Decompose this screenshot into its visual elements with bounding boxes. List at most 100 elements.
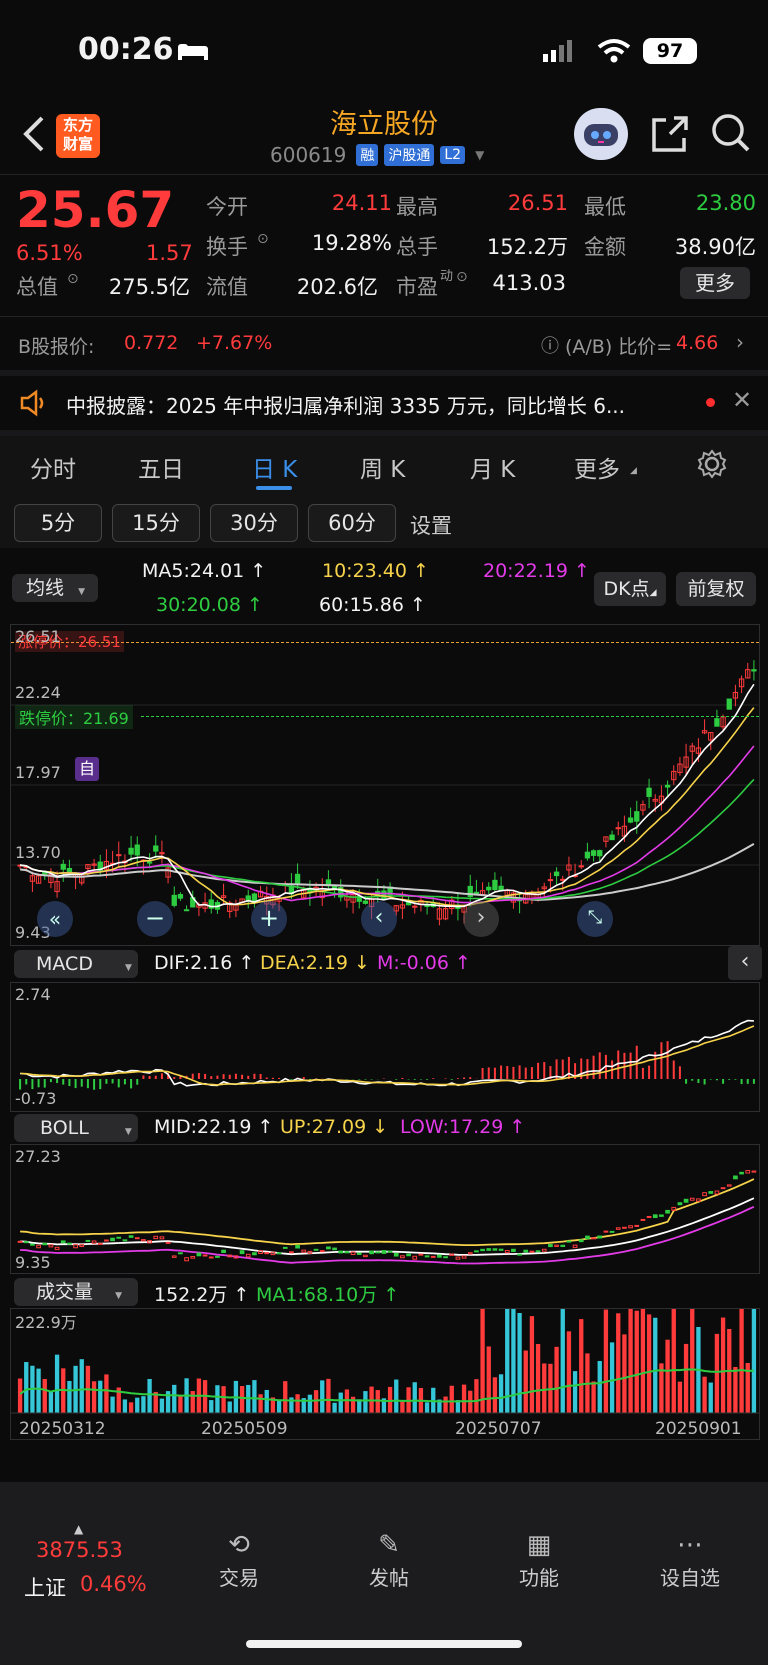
boll-candle	[486, 1248, 492, 1251]
vol-header: 成交量 ▼ 152.2万 ↑ MA1:68.10万 ↑	[0, 1274, 768, 1308]
tab-weekly-k[interactable]: 周 K	[360, 450, 405, 484]
period-5min[interactable]: 5分	[14, 504, 102, 542]
volume-bar	[665, 1339, 670, 1413]
boll-candle	[659, 1214, 664, 1217]
post-nav[interactable]: ✎ 发帖	[354, 1530, 424, 1591]
share-icon[interactable]	[650, 114, 690, 158]
stock-code-row[interactable]: 600619 融 沪股通 L2 ▼	[270, 142, 484, 168]
volume-bar	[295, 1394, 300, 1413]
candle-body	[547, 879, 554, 882]
ma-selector[interactable]: 均线 ▼	[12, 574, 98, 602]
period-30min[interactable]: 30分	[210, 504, 298, 542]
boll-candle	[480, 1248, 485, 1252]
zoom-in-icon[interactable]: +	[251, 901, 287, 937]
boll-candle	[375, 1251, 381, 1254]
watchlist-nav[interactable]: ⋯ 设自选	[650, 1530, 730, 1591]
boll-candle	[517, 1253, 522, 1256]
volume-bar	[616, 1313, 621, 1413]
volume-bar	[486, 1346, 491, 1413]
volume-bar	[523, 1350, 528, 1413]
boll-candle	[289, 1251, 294, 1254]
volume-bar	[227, 1401, 232, 1413]
tab-intraday[interactable]: 分时	[30, 450, 76, 484]
boll-candle	[42, 1242, 48, 1246]
info-icon[interactable]: ⊙	[67, 271, 79, 287]
period-60min[interactable]: 60分	[308, 504, 396, 542]
boll-selector[interactable]: BOLL ▼	[14, 1114, 138, 1142]
period-settings[interactable]: 设置	[410, 510, 452, 540]
period-15min[interactable]: 15分	[112, 504, 200, 542]
dk-point-button[interactable]: DK点◢	[594, 572, 666, 606]
macd-dea-text: DEA:2.19	[260, 952, 349, 974]
function-nav[interactable]: ▦ 功能	[504, 1530, 574, 1591]
volume-bar	[739, 1301, 744, 1413]
candle-body	[153, 845, 159, 852]
kline-chart[interactable]: 涨停价：26.51 跌停价：21.69 26.51 22.24 17.97 13…	[10, 624, 760, 946]
expand-icon[interactable]: ⤡	[577, 901, 613, 937]
vol-selector[interactable]: 成交量 ▼	[14, 1278, 138, 1306]
candle-body	[177, 894, 184, 899]
volume-bar	[461, 1384, 467, 1413]
tab-monthly-k[interactable]: 月 K	[470, 450, 515, 484]
volume-bar	[79, 1359, 84, 1413]
open-value: 24.11	[331, 191, 392, 215]
battery-level: 97	[656, 40, 684, 62]
tab-five-day[interactable]: 五日	[138, 450, 184, 484]
tab-more[interactable]: 更多	[574, 450, 620, 484]
boll-candle	[504, 1249, 510, 1254]
boll-candle	[153, 1235, 159, 1240]
speaker-icon	[18, 388, 48, 422]
tab-daily-k[interactable]: 日 K	[252, 450, 297, 484]
help-icon[interactable]: ⓘ	[541, 332, 559, 358]
dropdown-triangle-icon: ◢	[649, 588, 657, 598]
boll-candle	[344, 1251, 350, 1254]
volume-bar	[159, 1398, 165, 1413]
watchlist-label: 设自选	[660, 1566, 720, 1590]
collapse-panel-icon[interactable]: ‹	[728, 946, 762, 980]
info-icon[interactable]: ⊙	[456, 269, 468, 285]
mktcap-label: 总值	[16, 275, 58, 299]
scroll-left-icon[interactable]: «	[37, 901, 73, 937]
volume-bar	[141, 1396, 146, 1413]
unread-dot	[706, 398, 715, 407]
zoom-out-icon[interactable]: −	[137, 901, 173, 937]
boll-candle	[708, 1191, 714, 1194]
y-label-3: 17.97	[15, 763, 61, 782]
boll-candle	[609, 1230, 615, 1233]
boll-candle	[591, 1237, 596, 1240]
volume-bar	[91, 1381, 97, 1413]
robot-avatar-icon[interactable]	[574, 108, 628, 160]
boll-candle	[455, 1256, 461, 1260]
step-left-icon[interactable]: ‹	[361, 901, 397, 937]
float-value: 202.6亿	[296, 275, 378, 299]
volume-bar	[54, 1354, 60, 1413]
step-right-icon[interactable]: ›	[463, 901, 499, 937]
gear-icon[interactable]	[696, 448, 728, 484]
volume-bar	[498, 1374, 504, 1413]
notice-bar[interactable]: 中报披露：2025 年中报归属净利润 3335 万元，同比增长 6... ✕	[0, 376, 768, 430]
close-icon[interactable]: ✕	[732, 386, 752, 414]
boll-candle	[60, 1240, 66, 1244]
vol-value: 152.2万 ↑	[154, 1284, 250, 1306]
dk-point-label: DK点	[603, 578, 650, 600]
change-percent: 6.51%	[16, 241, 83, 265]
boll-candle	[91, 1240, 97, 1244]
adjust-button[interactable]: 前复权	[676, 572, 756, 606]
candle-body	[116, 854, 122, 857]
trade-nav[interactable]: ⟲ 交易	[204, 1530, 274, 1591]
b-share-row[interactable]: B股报价: 0.772 +7.67% ⓘ (A/B) 比价= 4.66 ›	[0, 318, 768, 368]
volume-bar	[215, 1385, 220, 1413]
period-bar: 5分 15分 30分 60分 设置	[0, 496, 768, 548]
candle-body	[615, 827, 621, 830]
macd-selector-label: MACD	[36, 953, 93, 975]
macd-selector[interactable]: MACD ▼	[14, 950, 138, 978]
index-value[interactable]: 3875.53	[36, 1538, 123, 1562]
candle-body	[578, 865, 584, 868]
boll-candle	[67, 1242, 72, 1245]
info-icon[interactable]: ⊙	[257, 231, 269, 247]
search-icon[interactable]	[710, 112, 752, 158]
high-label: 最高	[396, 195, 438, 219]
boll-candle	[652, 1214, 658, 1219]
volume-bar	[671, 1299, 676, 1413]
more-button[interactable]: 更多	[680, 267, 750, 299]
